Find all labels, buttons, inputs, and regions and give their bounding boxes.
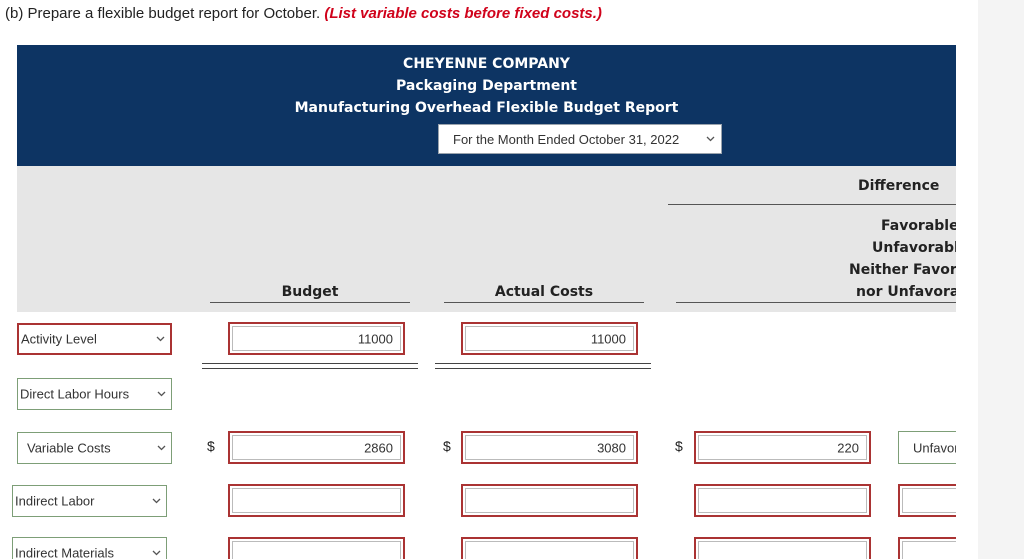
activity-level-dropdown[interactable]: Activity Level (17, 323, 172, 355)
input-inner-border (465, 541, 634, 559)
input-inner-border (902, 488, 956, 513)
budget-column-header: Budget (281, 284, 339, 300)
variable-costs-actual-value: 3080 (597, 440, 626, 455)
variable-costs-difference-value: 220 (837, 440, 859, 455)
direct-labor-hours-label: Direct Labor Hours (20, 386, 130, 402)
variable-costs-budget-input[interactable]: 2860 (228, 431, 405, 464)
input-inner-border (698, 488, 867, 513)
report-title: Manufacturing Overhead Flexible Budget R… (294, 100, 679, 116)
indirect-labor-status-clip (898, 484, 956, 517)
difference-option-neither: Neither Favorable (849, 262, 956, 278)
input-inner-border (902, 541, 956, 559)
difference-underline (668, 204, 956, 205)
indirect-labor-actual-input[interactable] (461, 484, 638, 517)
actual-column-header: Actual Costs (494, 284, 594, 300)
indirect-labor-label: Indirect Labor (15, 493, 95, 509)
chevron-down-icon (152, 550, 161, 556)
difference-dollar-sign: $ (675, 438, 683, 454)
variable-costs-status-dropdown[interactable]: Unfavorable (898, 431, 956, 464)
indirect-materials-difference-clip (694, 537, 871, 559)
budget-dollar-sign: $ (207, 438, 215, 454)
difference-option-unfavorable: Unfavorable (872, 240, 956, 256)
chevron-down-icon (152, 498, 161, 504)
company-name: CHEYENNE COMPANY (403, 56, 570, 72)
budget-double-underline (202, 363, 418, 369)
actual-double-underline (435, 363, 651, 369)
indirect-materials-budget-input[interactable] (228, 537, 405, 559)
indirect-labor-budget-input[interactable] (228, 484, 405, 517)
chevron-down-icon (157, 391, 166, 397)
input-inner-border (465, 488, 634, 513)
department-name: Packaging Department (396, 78, 577, 94)
indirect-labor-difference-input[interactable] (694, 484, 871, 517)
period-dropdown[interactable]: For the Month Ended October 31, 2022 (438, 124, 722, 154)
variable-costs-actual-input[interactable]: 3080 (461, 431, 638, 464)
variable-costs-status-clip: Unfavorable (898, 431, 956, 464)
variable-costs-budget-value: 2860 (364, 440, 393, 455)
activity-level-actual-value: 11000 (590, 331, 626, 346)
chevron-down-icon (156, 336, 165, 342)
indirect-materials-label: Indirect Materials (15, 545, 114, 559)
difference-header: Difference (858, 178, 940, 194)
input-inner-border (232, 541, 401, 559)
indirect-materials-status-dropdown[interactable] (898, 537, 956, 559)
activity-level-budget-input[interactable]: 11000 (228, 322, 405, 355)
budget-header-underline (210, 302, 410, 303)
input-inner-border (698, 541, 867, 559)
indirect-materials-actual-input[interactable] (461, 537, 638, 559)
input-inner-border (232, 488, 401, 513)
activity-level-budget-value: 11000 (357, 331, 393, 346)
indirect-materials-dropdown[interactable]: Indirect Materials (12, 537, 167, 559)
instruction-note: (List variable costs before fixed costs.… (324, 5, 602, 22)
right-margin-panel (978, 0, 1024, 559)
variable-costs-status-value: Unfavorable (913, 440, 956, 455)
actual-header-underline (444, 302, 644, 303)
indirect-materials-difference-input[interactable] (694, 537, 871, 559)
difference-option-nor: nor Unfavorable (856, 284, 956, 300)
indirect-labor-status-dropdown[interactable] (898, 484, 956, 517)
difference-bottom-underline (676, 302, 956, 303)
instruction-part: (b) Prepare a flexible budget report for… (5, 5, 321, 22)
indirect-materials-status-clip (898, 537, 956, 559)
variable-costs-difference-input[interactable]: 220 (694, 431, 871, 464)
period-dropdown-value: For the Month Ended October 31, 2022 (453, 132, 680, 147)
indirect-materials-actual-clip (461, 537, 638, 559)
actual-dollar-sign: $ (443, 438, 451, 454)
instruction-text: (b) Prepare a flexible budget report for… (5, 5, 602, 22)
activity-level-label: Activity Level (21, 331, 97, 347)
activity-level-actual-input[interactable]: 11000 (461, 322, 638, 355)
difference-option-favorable: Favorable (881, 218, 956, 234)
activity-measure-dropdown[interactable]: Direct Labor Hours (17, 378, 172, 410)
chevron-down-icon (157, 445, 166, 451)
indirect-labor-dropdown[interactable]: Indirect Labor (12, 485, 167, 517)
chevron-down-icon (706, 136, 715, 142)
indirect-materials-budget-clip (228, 537, 405, 559)
variable-costs-label: Variable Costs (27, 440, 111, 456)
variable-costs-dropdown[interactable]: Variable Costs (17, 432, 172, 464)
indirect-materials-clip: Indirect Materials (12, 537, 172, 559)
